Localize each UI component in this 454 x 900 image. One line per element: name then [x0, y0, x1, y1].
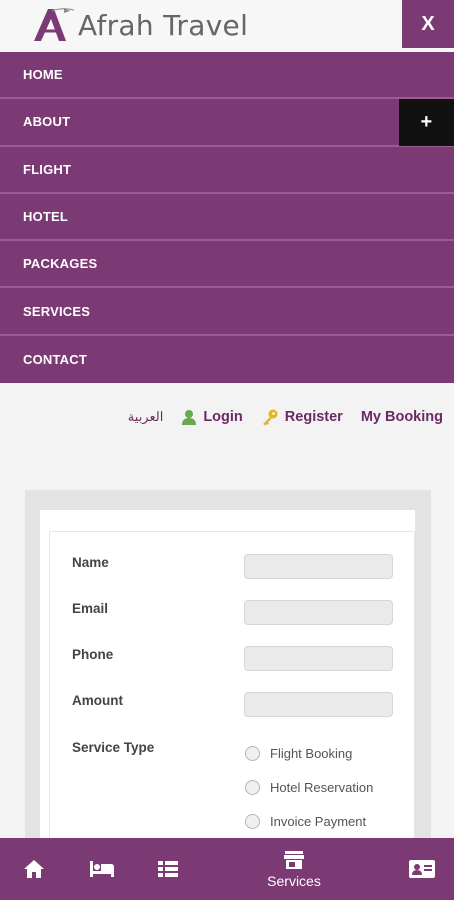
- close-menu-button[interactable]: X: [402, 0, 454, 48]
- email-label: Email: [72, 601, 109, 616]
- home-icon: [24, 860, 44, 878]
- bed-icon: [90, 861, 114, 877]
- bottom-nav: Services: [0, 838, 454, 900]
- radio-label: Invoice Payment: [270, 814, 367, 829]
- menu-item-label: ABOUT: [23, 114, 71, 130]
- menu-item-about[interactable]: ABOUT +: [0, 99, 454, 147]
- login-label: Login: [203, 409, 243, 425]
- menu-item-home[interactable]: HOME: [0, 52, 454, 100]
- nav-contact[interactable]: [402, 838, 442, 900]
- radio-button[interactable]: [245, 780, 260, 795]
- radio-button[interactable]: [245, 746, 260, 761]
- list-icon: [158, 861, 178, 877]
- account-links: العربية Login Register My Booking: [128, 408, 443, 426]
- login-link[interactable]: Login: [181, 409, 243, 426]
- menu-item-flight[interactable]: FLIGHT: [0, 147, 454, 194]
- main-menu: HOME ABOUT + FLIGHT HOTEL PACKAGES SERVI…: [0, 52, 454, 384]
- amount-field[interactable]: [244, 692, 393, 717]
- radio-label: Flight Booking: [270, 746, 353, 761]
- service-option-invoice-payment[interactable]: Invoice Payment: [245, 814, 366, 829]
- contact-card-icon: [409, 860, 435, 878]
- store-icon: [284, 850, 304, 869]
- key-icon: [261, 408, 279, 426]
- register-label: Register: [284, 409, 343, 425]
- amount-label: Amount: [72, 693, 123, 708]
- phone-label: Phone: [72, 647, 114, 662]
- radio-label: Hotel Reservation: [270, 780, 374, 795]
- nav-services-label: Services: [267, 872, 321, 889]
- nav-home[interactable]: [14, 838, 54, 900]
- menu-item-packages[interactable]: PACKAGES: [0, 241, 454, 289]
- menu-item-label: SERVICES: [23, 303, 91, 319]
- register-link[interactable]: Register: [261, 408, 343, 426]
- language-arabic-link[interactable]: العربية: [128, 409, 164, 425]
- name-field[interactable]: [244, 554, 393, 579]
- user-icon: [181, 409, 197, 426]
- menu-item-label: FLIGHT: [23, 161, 72, 177]
- menu-item-services[interactable]: SERVICES: [0, 288, 454, 336]
- menu-item-label: HOTEL: [23, 209, 69, 225]
- menu-item-contact[interactable]: CONTACT: [0, 336, 454, 383]
- service-option-hotel-reservation[interactable]: Hotel Reservation: [245, 780, 373, 795]
- radio-button[interactable]: [245, 814, 260, 829]
- menu-item-label: CONTACT: [23, 351, 87, 367]
- service-type-label: Service Type: [72, 740, 155, 755]
- nav-hotels[interactable]: [82, 838, 122, 900]
- expand-submenu-button[interactable]: +: [399, 99, 454, 147]
- email-field[interactable]: [244, 600, 393, 625]
- my-booking-link[interactable]: My Booking: [361, 409, 443, 425]
- menu-item-label: PACKAGES: [23, 256, 98, 272]
- menu-item-label: HOME: [23, 67, 63, 83]
- name-label: Name: [72, 555, 109, 570]
- phone-field[interactable]: [244, 646, 393, 671]
- service-option-flight-booking[interactable]: Flight Booking: [245, 746, 352, 761]
- brand-logo[interactable]: Afrah Travel: [28, 2, 248, 48]
- brand-name: Afrah Travel: [78, 8, 249, 42]
- logo-mark-icon: [34, 8, 75, 41]
- nav-list[interactable]: [148, 838, 188, 900]
- menu-item-hotel[interactable]: HOTEL: [0, 194, 454, 242]
- nav-services[interactable]: Services: [254, 838, 334, 900]
- app-header: Afrah Travel X: [0, 0, 454, 52]
